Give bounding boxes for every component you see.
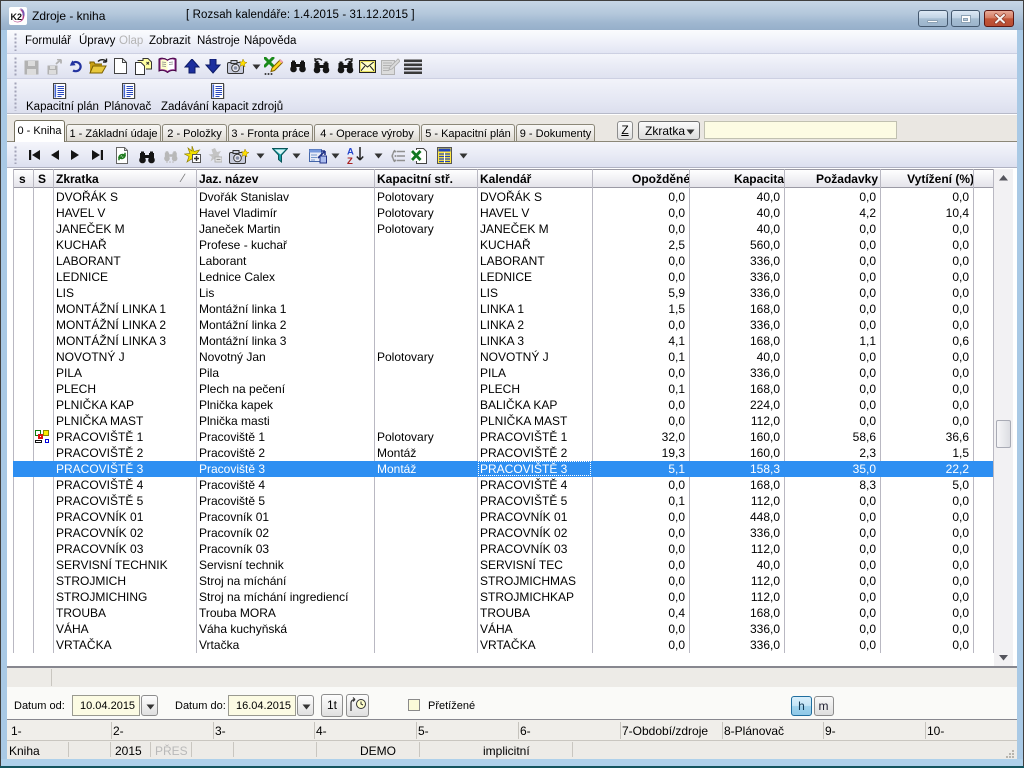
svg-text:Z: Z — [347, 156, 353, 165]
svg-text:K2: K2 — [11, 12, 23, 22]
